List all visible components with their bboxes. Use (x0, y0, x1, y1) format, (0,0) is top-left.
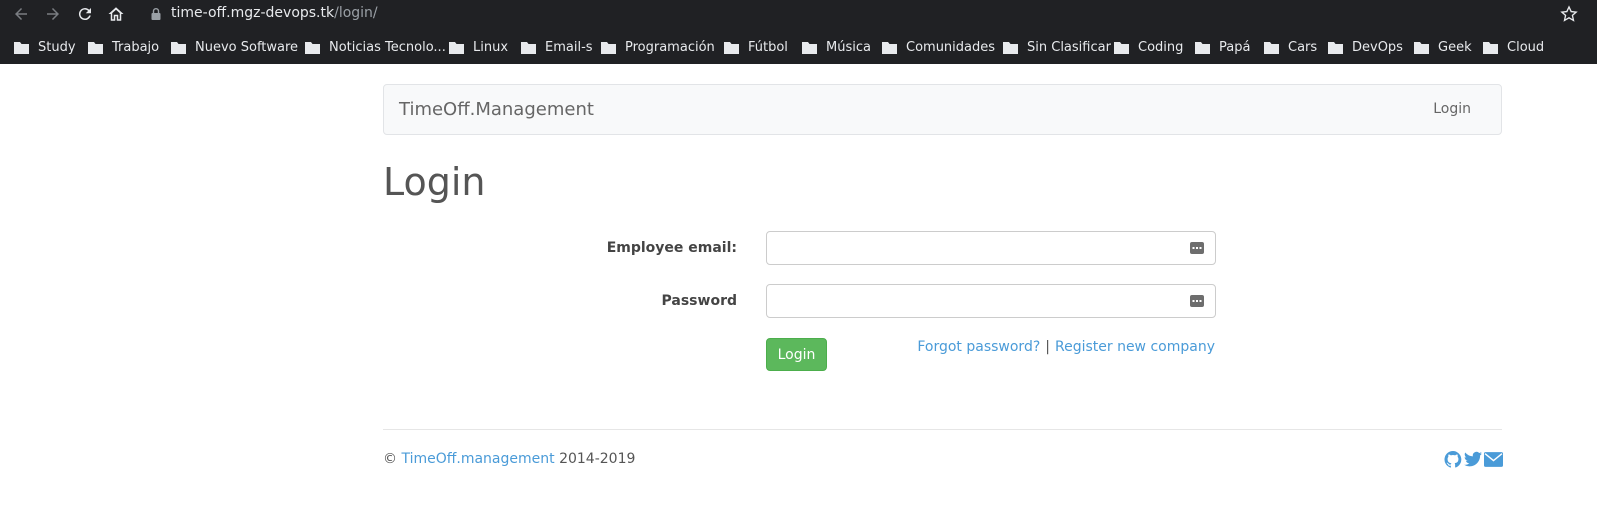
footer-years: 2014-2019 (559, 451, 636, 467)
register-company-link[interactable]: Register new company (1055, 339, 1215, 355)
bookmark-folder[interactable]: Cars (1264, 37, 1317, 57)
password-field[interactable] (766, 284, 1216, 318)
address-bar-row: time-off.mgz-devops.tk/login/ (0, 0, 1597, 28)
bookmark-folder[interactable]: DevOps (1328, 37, 1403, 57)
bookmark-label: Comunidades (906, 39, 996, 55)
bookmark-folder[interactable]: Nuevo Software (171, 37, 298, 57)
bookmark-label: Email-s (545, 39, 593, 55)
password-manager-icon[interactable] (1190, 295, 1204, 307)
email-link[interactable] (1484, 451, 1503, 468)
url-path: /login/ (334, 5, 378, 21)
bookmark-folder[interactable]: Geek (1414, 37, 1472, 57)
bookmark-label: Study (38, 39, 76, 55)
bookmark-folder[interactable]: Cloud (1483, 37, 1544, 57)
email-label: Employee email: (606, 240, 737, 256)
bookmark-folder[interactable]: Trabajo (88, 37, 159, 57)
bookmark-folder[interactable]: Música (802, 37, 871, 57)
forward-button[interactable] (43, 4, 63, 24)
password-manager-icon[interactable] (1190, 242, 1204, 254)
footer-site-link[interactable]: TimeOff.management (401, 451, 554, 467)
bookmark-label: Nuevo Software (195, 39, 299, 55)
folder-icon (88, 41, 103, 54)
footer-copyright: © TimeOff.management 2014-2019 (383, 451, 635, 467)
back-button[interactable] (11, 4, 31, 24)
brand-link[interactable]: TimeOff.Management (399, 99, 594, 120)
top-navbar: TimeOff.Management Login (383, 84, 1502, 135)
folder-icon (1003, 41, 1018, 54)
bookmark-label: Fútbol (748, 39, 788, 55)
password-label: Password (661, 293, 737, 309)
link-separator: | (1045, 339, 1050, 355)
bookmark-star-icon[interactable] (1559, 4, 1579, 24)
folder-icon (882, 41, 897, 54)
arrow-right-icon (47, 8, 59, 20)
twitter-link[interactable] (1464, 451, 1482, 468)
forgot-password-link[interactable]: Forgot password? (917, 339, 1040, 355)
folder-icon (724, 41, 739, 54)
bookmark-label: Coding (1138, 39, 1184, 55)
copyright-symbol: © (383, 451, 397, 467)
arrow-left-icon (15, 8, 27, 20)
folder-icon (1264, 41, 1279, 54)
home-icon (108, 7, 124, 21)
page-title: Login (383, 160, 486, 204)
folder-icon (1483, 41, 1498, 54)
envelope-icon (1484, 452, 1503, 467)
browser-chrome: time-off.mgz-devops.tk/login/ Study Trab… (0, 0, 1597, 64)
bookmark-label: Sin Clasificar (1027, 39, 1111, 55)
bookmark-folder[interactable]: Study (14, 37, 76, 57)
folder-icon (521, 41, 536, 54)
folder-icon (601, 41, 616, 54)
login-submit-button[interactable]: Login (766, 338, 827, 371)
folder-icon (305, 41, 320, 54)
account-links: Forgot password? | Register new company (917, 339, 1215, 355)
github-icon (1444, 451, 1462, 468)
folder-icon (1114, 41, 1129, 54)
folder-icon (1414, 41, 1429, 54)
bookmark-folder[interactable]: Comunidades (882, 37, 995, 57)
bookmark-label: Trabajo (112, 39, 160, 55)
bookmark-label: Música (826, 39, 871, 55)
lock-icon (151, 8, 161, 20)
bookmark-label: Geek (1438, 39, 1472, 55)
bookmark-folder[interactable]: Fútbol (724, 37, 788, 57)
url-field[interactable]: time-off.mgz-devops.tk/login/ (171, 5, 378, 21)
bookmark-folder[interactable]: Email-s (521, 37, 593, 57)
bookmark-label: Noticias Tecnolo... (329, 39, 446, 55)
bookmark-folder[interactable]: Papá (1195, 37, 1250, 57)
bookmark-folder[interactable]: Linux (449, 37, 508, 57)
bookmark-label: Cars (1288, 39, 1318, 55)
folder-icon (171, 41, 186, 54)
folder-icon (449, 41, 464, 54)
bookmark-folder[interactable]: Sin Clasificar (1003, 37, 1111, 57)
folder-icon (14, 41, 29, 54)
folder-icon (802, 41, 817, 54)
bookmark-label: Programación (625, 39, 715, 55)
bookmark-folder[interactable]: Programación (601, 37, 715, 57)
bookmarks-bar: Study Trabajo Nuevo Software Noticias Te… (0, 31, 1597, 61)
email-field[interactable] (766, 231, 1216, 265)
folder-icon (1195, 41, 1210, 54)
footer-divider (383, 429, 1502, 430)
bookmark-label: Cloud (1507, 39, 1545, 55)
url-host: time-off.mgz-devops.tk (171, 5, 335, 21)
twitter-icon (1464, 451, 1482, 467)
reload-icon (78, 8, 91, 21)
bookmark-label: DevOps (1352, 39, 1403, 55)
bookmark-folder[interactable]: Noticias Tecnolo... (305, 37, 446, 57)
bookmark-folder[interactable]: Coding (1114, 37, 1183, 57)
bookmark-label: Linux (473, 39, 509, 55)
home-button[interactable] (106, 4, 126, 24)
folder-icon (1328, 41, 1343, 54)
reload-button[interactable] (75, 4, 95, 24)
github-link[interactable] (1444, 451, 1462, 468)
bookmark-label: Papá (1219, 39, 1251, 55)
nav-login-link[interactable]: Login (1433, 101, 1471, 117)
